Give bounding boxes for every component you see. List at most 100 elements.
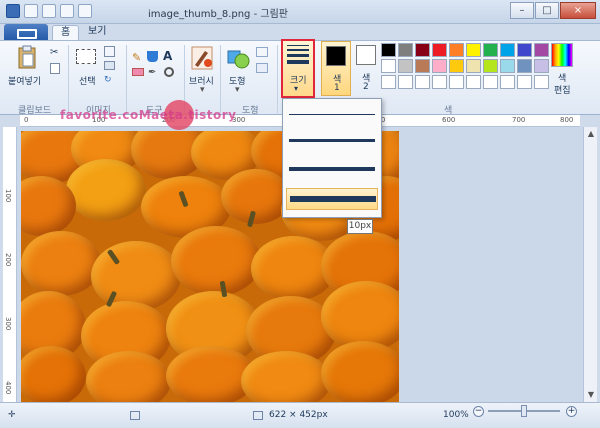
palette-swatch[interactable] (483, 75, 498, 89)
brushes-dropdown-arrow[interactable]: ▾ (200, 85, 205, 95)
outline-icon[interactable] (256, 47, 268, 57)
palette-swatch[interactable] (398, 59, 413, 73)
text-icon[interactable]: A (163, 49, 172, 63)
color1-swatch (326, 46, 346, 66)
cursor-position-icon: ✛ (8, 410, 16, 420)
palette-swatch[interactable] (432, 59, 447, 73)
watermark-text: favorite.coMaeta.tistory (60, 108, 237, 122)
redo-icon[interactable] (60, 4, 74, 18)
tab-view[interactable]: 보기 (80, 25, 114, 40)
ribbon-tabs: 홈 보기 (0, 24, 600, 40)
palette-swatch[interactable] (398, 43, 413, 57)
size-tooltip: 10px (347, 219, 373, 234)
ruler-left-tick: 200 (4, 253, 12, 267)
palette-swatch[interactable] (517, 59, 532, 73)
ruler-top-tick: 0 (24, 116, 29, 124)
ruler-vertical: 100 200 300 400 (3, 127, 17, 402)
palette-swatch[interactable] (432, 43, 447, 57)
color1-label-line2: 1 (334, 83, 340, 93)
resize-icon[interactable] (104, 61, 115, 70)
zoom-in-button[interactable]: + (566, 406, 577, 417)
vertical-scrollbar[interactable]: ▲ ▼ (583, 127, 597, 402)
size-dropdown-menu (282, 98, 382, 218)
size-dropdown-arrow: ▾ (294, 84, 299, 93)
size-button[interactable]: 크기 ▾ (281, 39, 315, 98)
palette-swatch[interactable] (500, 59, 515, 73)
palette-swatch[interactable] (500, 75, 515, 89)
status-bar: ✛ 622 × 452px 100% (0, 402, 600, 428)
quick-access-toolbar (6, 4, 92, 18)
fill-shape-icon[interactable] (256, 63, 268, 73)
tab-home[interactable]: 홈 (52, 25, 80, 40)
paste-icon[interactable] (16, 45, 38, 71)
palette-swatch[interactable] (381, 75, 396, 89)
scroll-up-arrow[interactable]: ▲ (586, 129, 596, 139)
color2-swatch (356, 45, 376, 65)
palette-swatch[interactable] (415, 75, 430, 89)
palette-swatch[interactable] (449, 43, 464, 57)
brush-icon[interactable] (190, 45, 214, 71)
ruler-left-tick: 400 (4, 381, 12, 395)
palette-swatch[interactable] (432, 75, 447, 89)
scroll-down-arrow[interactable]: ▼ (586, 390, 596, 400)
size-option-8px[interactable] (286, 188, 378, 210)
maximize-button[interactable]: □ (535, 2, 559, 19)
palette-swatch[interactable] (517, 75, 532, 89)
paint-app-icon[interactable] (6, 4, 20, 18)
shapes-icon[interactable] (226, 45, 250, 71)
shapes-dropdown-arrow[interactable]: ▾ (235, 85, 240, 95)
size-label: 크기 (290, 76, 307, 86)
palette-swatch[interactable] (415, 59, 430, 73)
pencil-icon[interactable]: ✎ (132, 51, 141, 64)
minimize-button[interactable]: – (510, 2, 534, 19)
eraser-icon[interactable] (132, 68, 144, 76)
palette-swatch[interactable] (398, 75, 413, 89)
ruler-left-tick: 100 (4, 189, 12, 203)
palette-swatch[interactable] (466, 43, 481, 57)
size-option-1px[interactable] (286, 104, 378, 126)
fill-icon[interactable] (147, 51, 158, 62)
selection-size-icon (130, 411, 140, 420)
file-menu-button[interactable] (4, 24, 48, 40)
zoom-out-button[interactable]: − (473, 406, 484, 417)
palette-swatch[interactable] (534, 43, 549, 57)
palette-swatch[interactable] (534, 59, 549, 73)
cut-icon[interactable]: ✂ (50, 47, 58, 58)
palette-swatch[interactable] (466, 59, 481, 73)
palette-swatch[interactable] (517, 43, 532, 57)
undo-icon[interactable] (42, 4, 56, 18)
color1-button[interactable]: 색 1 (321, 41, 351, 96)
crop-icon[interactable] (104, 46, 115, 57)
copy-icon[interactable] (50, 63, 60, 74)
edit-colors-button[interactable] (551, 43, 573, 67)
size-option-5px[interactable] (286, 159, 378, 181)
image-size-icon (253, 411, 263, 420)
customize-qat-icon[interactable] (78, 4, 92, 18)
window-title: image_thumb_8.png - 그림판 (148, 9, 288, 20)
palette-swatch[interactable] (415, 43, 430, 57)
save-icon[interactable] (24, 4, 38, 18)
size-option-3px[interactable] (286, 130, 378, 152)
palette-swatch[interactable] (381, 43, 396, 57)
palette-swatch[interactable] (500, 43, 515, 57)
palette-swatch[interactable] (449, 59, 464, 73)
rotate-icon[interactable]: ↻ (104, 75, 112, 85)
ruler-top-tick: 700 (512, 116, 526, 124)
palette-swatch[interactable] (483, 43, 498, 57)
title-bar: image_thumb_8.png - 그림판 – □ × (0, 0, 600, 24)
zoom-slider-thumb[interactable] (521, 405, 527, 417)
zoom-level: 100% (443, 410, 469, 420)
palette-swatch[interactable] (534, 75, 549, 89)
color2-button[interactable]: 색 2 (354, 41, 378, 96)
select-icon[interactable] (76, 49, 96, 64)
palette-swatch[interactable] (466, 75, 481, 89)
ruler-left-tick: 300 (4, 317, 12, 331)
line-width-icon (287, 45, 309, 67)
palette-swatch[interactable] (449, 75, 464, 89)
color-picker-icon[interactable]: ✒ (148, 67, 156, 78)
magnifier-icon[interactable] (164, 67, 174, 77)
select-label: 선택 (79, 77, 96, 87)
palette-swatch[interactable] (381, 59, 396, 73)
close-button[interactable]: × (560, 2, 596, 19)
palette-swatch[interactable] (483, 59, 498, 73)
